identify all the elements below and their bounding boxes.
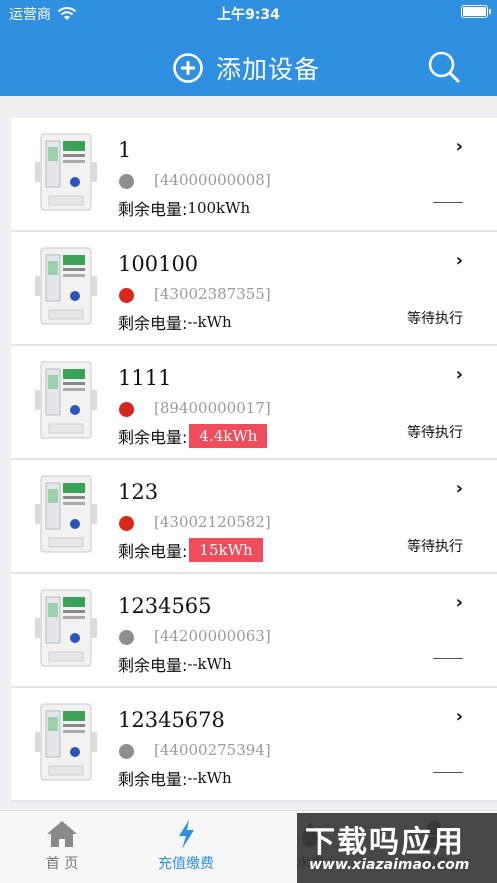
tab-recharge[interactable]: 充值缴费 [124,811,248,883]
remaining-value: --kWh [187,655,232,673]
device-card[interactable]: 100100 [43002387355] 剩余电量: --kWh › 等待执行 [11,232,497,346]
device-name: 123 [118,480,159,504]
status-placeholder-dash: —— [433,772,463,773]
task-status: 等待执行 [407,311,463,327]
remaining-value: 15kWh [189,538,263,562]
nav-bar: 添加设备 [0,40,497,90]
remaining-label: 剩余电量: [118,314,188,333]
remaining-energy: 剩余电量: 15kWh [118,538,263,562]
device-code: [89400000017] [154,399,271,417]
status-placeholder-dash: —— [433,658,463,659]
tab-home-label: 首 页 [45,856,79,872]
battery-icon [461,5,491,18]
device-code: [43002387355] [154,285,271,303]
device-code: [43002120582] [154,513,271,531]
device-name: 1234565 [118,594,212,618]
remaining-value: --kWh [187,769,232,787]
plus-circle-icon [173,53,203,83]
lightning-icon [179,820,194,849]
remaining-value: 4.4kWh [189,424,268,448]
task-status: 等待执行 [407,539,463,555]
remaining-energy: 剩余电量: 4.4kWh [118,424,268,448]
device-card[interactable]: 1111 [89400000017] 剩余电量: 4.4kWh › 等待执行 [11,346,497,460]
device-card[interactable]: 12345678 [44000275394] 剩余电量: --kWh › —— [11,688,497,802]
device-name: 100100 [118,252,199,276]
watermark-logo: 下载吗应用 [305,825,465,860]
device-code: [44000275394] [154,741,271,759]
chevron-right-icon: › [455,706,463,727]
chevron-right-icon: › [455,478,463,499]
status-time: 上午9:34 [217,7,280,23]
tab-home[interactable]: 首 页 [0,811,124,883]
home-icon [47,821,77,847]
chevron-right-icon: › [455,364,463,385]
device-card[interactable]: 1 [44000000008] 剩余电量: 100kWh › —— [11,118,497,232]
electric-meter-icon [35,589,97,667]
device-name: 1 [118,138,132,162]
electric-meter-icon [35,133,97,211]
watermark-url: www.xiazaimao.com [309,857,470,873]
remaining-label: 剩余电量: [118,656,188,675]
remaining-value: --kWh [187,313,232,331]
add-device-button[interactable]: 添加设备 [172,50,320,86]
device-list: 1 [44000000008] 剩余电量: 100kWh › —— 100100… [11,118,497,802]
status-dot [119,744,134,759]
remaining-energy: 剩余电量: --kWh [118,766,232,790]
device-code: [44200000063] [154,627,271,645]
device-code: [44000000008] [154,171,271,189]
device-card[interactable]: 123 [43002120582] 剩余电量: 15kWh › 等待执行 [11,460,497,574]
electric-meter-icon [35,361,97,439]
status-dot [119,174,134,189]
electric-meter-icon [35,247,97,325]
device-card[interactable]: 1234565 [44200000063] 剩余电量: --kWh › —— [11,574,497,688]
task-status: 等待执行 [407,425,463,441]
remaining-energy: 剩余电量: --kWh [118,652,232,676]
search-icon[interactable] [427,50,461,84]
chevron-right-icon: › [455,250,463,271]
electric-meter-icon [35,703,97,781]
chevron-right-icon: › [455,592,463,613]
electric-meter-icon [35,475,97,553]
remaining-label: 剩余电量: [118,770,188,789]
remaining-label: 剩余电量: [118,428,188,447]
status-bar: 运营商 上午9:34 [0,0,497,26]
tab-recharge-label: 充值缴费 [158,856,214,872]
chevron-right-icon: › [455,136,463,157]
status-dot [119,288,134,303]
status-dot [119,402,134,417]
header: 运营商 上午9:34 添加设备 [0,0,497,96]
status-dot [119,630,134,645]
app: 运营商 上午9:34 添加设备 1 [44000000008] 剩余电量: 10… [0,0,497,883]
remaining-energy: 剩余电量: 100kWh [118,196,250,220]
page-title: 添加设备 [216,55,321,84]
watermark: 下载吗应用 www.xiazaimao.com [297,813,497,883]
device-name: 12345678 [118,708,225,732]
status-dot [119,516,134,531]
remaining-label: 剩余电量: [118,542,188,561]
remaining-energy: 剩余电量: --kWh [118,310,232,334]
remaining-value: 100kWh [187,199,251,217]
status-placeholder-dash: —— [433,202,463,203]
device-name: 1111 [118,366,172,390]
remaining-label: 剩余电量: [118,200,188,219]
